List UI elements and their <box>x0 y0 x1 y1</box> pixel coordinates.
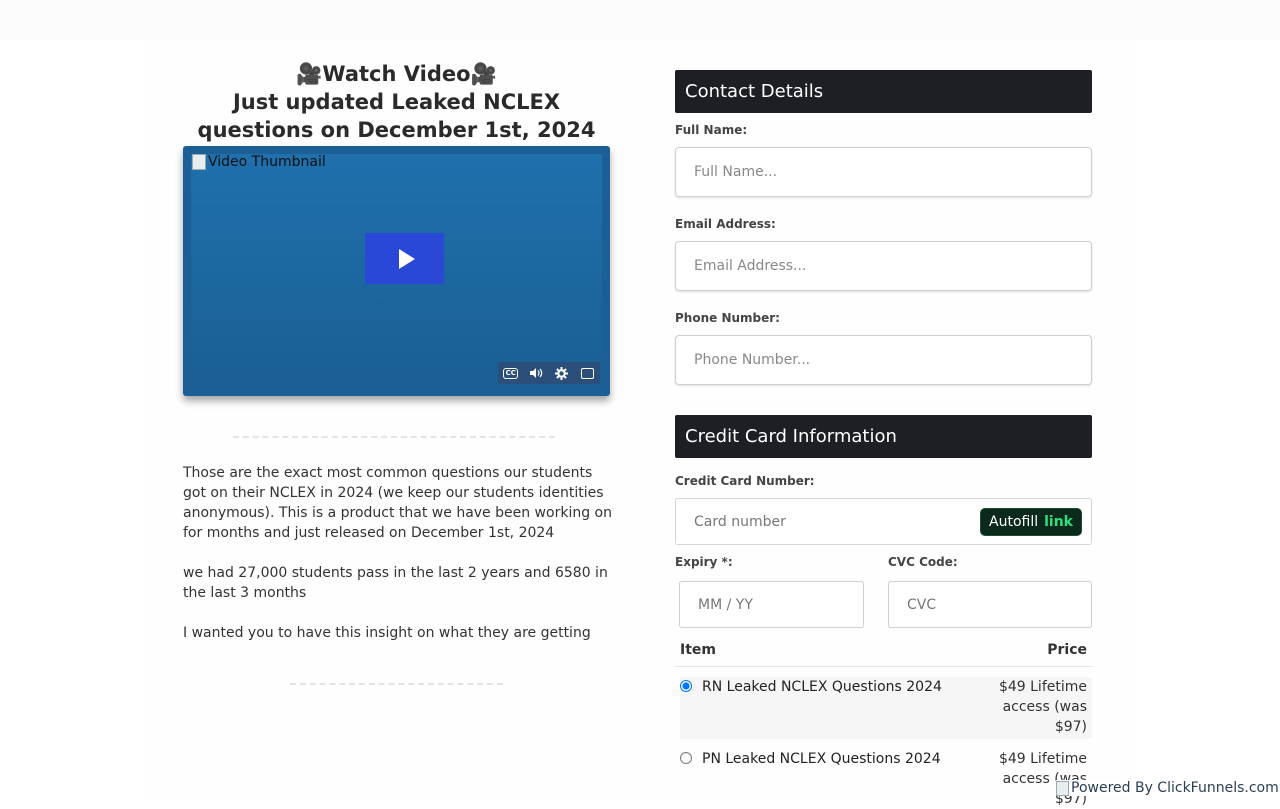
play-icon <box>398 248 415 269</box>
link-logo: link <box>1044 514 1073 530</box>
video-headline: 🎥Watch Video🎥 Just updated Leaked NCLEX … <box>183 60 610 144</box>
expiry-label: Expiry *: <box>675 555 733 569</box>
video-thumbnail-alt: Video Thumbnail <box>208 154 326 170</box>
volume-icon <box>530 368 543 378</box>
credit-card-header: Credit Card Information <box>675 415 1092 458</box>
headline-watch-video: 🎥Watch Video🎥 <box>296 62 497 86</box>
description-paragraph-2: we had 27,000 students pass in the last … <box>183 565 608 601</box>
product-price: $49 Lifetime access (was $97) <box>998 679 1087 735</box>
top-bar <box>0 0 1280 40</box>
autofill-label: Autofill <box>989 514 1039 530</box>
fullscreen-icon <box>580 367 594 379</box>
order-items: Item Price RN Leaked NCLEX Questions 202… <box>675 642 1092 809</box>
powered-by-text: Powered By ClickFunnels.com <box>1071 780 1279 796</box>
email-input[interactable] <box>675 241 1092 291</box>
description-paragraph-3: I wanted you to have this insight on wha… <box>183 625 591 641</box>
broken-image-icon <box>1056 780 1069 796</box>
captions-button[interactable]: CC <box>502 365 520 381</box>
headline-title: Just updated Leaked NCLEX questions on D… <box>197 90 596 142</box>
cvc-group: CVC Code: <box>888 551 1092 628</box>
gear-icon <box>555 366 569 380</box>
cvc-label: CVC Code: <box>888 555 958 569</box>
fullscreen-button[interactable] <box>578 365 596 381</box>
powered-by-badge[interactable]: Powered By ClickFunnels.com <box>1056 780 1279 796</box>
product-price: $49 Lifetime access (was $97) <box>998 751 1087 807</box>
expiry-input[interactable] <box>679 581 864 628</box>
contact-details-header: Contact Details <box>675 70 1092 113</box>
video-frame[interactable]: Video Thumbnail CC <box>191 154 602 386</box>
email-label: Email Address: <box>675 217 776 231</box>
volume-button[interactable] <box>527 365 545 381</box>
description-paragraph-1: Those are the exact most common question… <box>183 465 612 541</box>
full-name-label: Full Name: <box>675 123 748 137</box>
phone-input[interactable] <box>675 335 1092 385</box>
item-column-header: Item <box>680 642 716 658</box>
captions-icon: CC <box>503 367 519 379</box>
video-player[interactable]: Video Thumbnail CC <box>183 146 610 396</box>
play-button[interactable] <box>365 233 444 284</box>
broken-image-icon <box>192 154 206 170</box>
product-name: RN Leaked NCLEX Questions 2024 <box>702 679 942 695</box>
description: Those are the exact most common question… <box>183 463 613 663</box>
card-number-field: Autofill link <box>675 498 1092 545</box>
product-radio-pn[interactable] <box>680 752 692 764</box>
checkout-form: Contact Details Full Name: Email Address… <box>675 70 1092 809</box>
video-controls: CC <box>498 362 600 384</box>
phone-label: Phone Number: <box>675 311 780 325</box>
price-column-header: Price <box>1047 642 1087 658</box>
video-thumbnail: Video Thumbnail <box>192 154 326 170</box>
items-header: Item Price <box>675 642 1092 667</box>
autofill-link-button[interactable]: Autofill link <box>980 508 1082 536</box>
full-name-input[interactable] <box>675 147 1092 197</box>
expiry-group: Expiry *: <box>675 551 864 628</box>
order-item-row[interactable]: RN Leaked NCLEX Questions 2024 $49 Lifet… <box>680 677 1092 739</box>
settings-button[interactable] <box>553 365 571 381</box>
card-number-label: Credit Card Number: <box>675 474 815 488</box>
product-radio-rn[interactable] <box>680 680 692 692</box>
order-item-row[interactable]: PN Leaked NCLEX Questions 2024 $49 Lifet… <box>680 749 1092 809</box>
cvc-input[interactable] <box>888 581 1092 628</box>
divider-top <box>233 436 555 438</box>
card-number-input[interactable] <box>676 499 966 544</box>
divider-bottom <box>290 683 503 685</box>
product-name: PN Leaked NCLEX Questions 2024 <box>702 751 941 767</box>
